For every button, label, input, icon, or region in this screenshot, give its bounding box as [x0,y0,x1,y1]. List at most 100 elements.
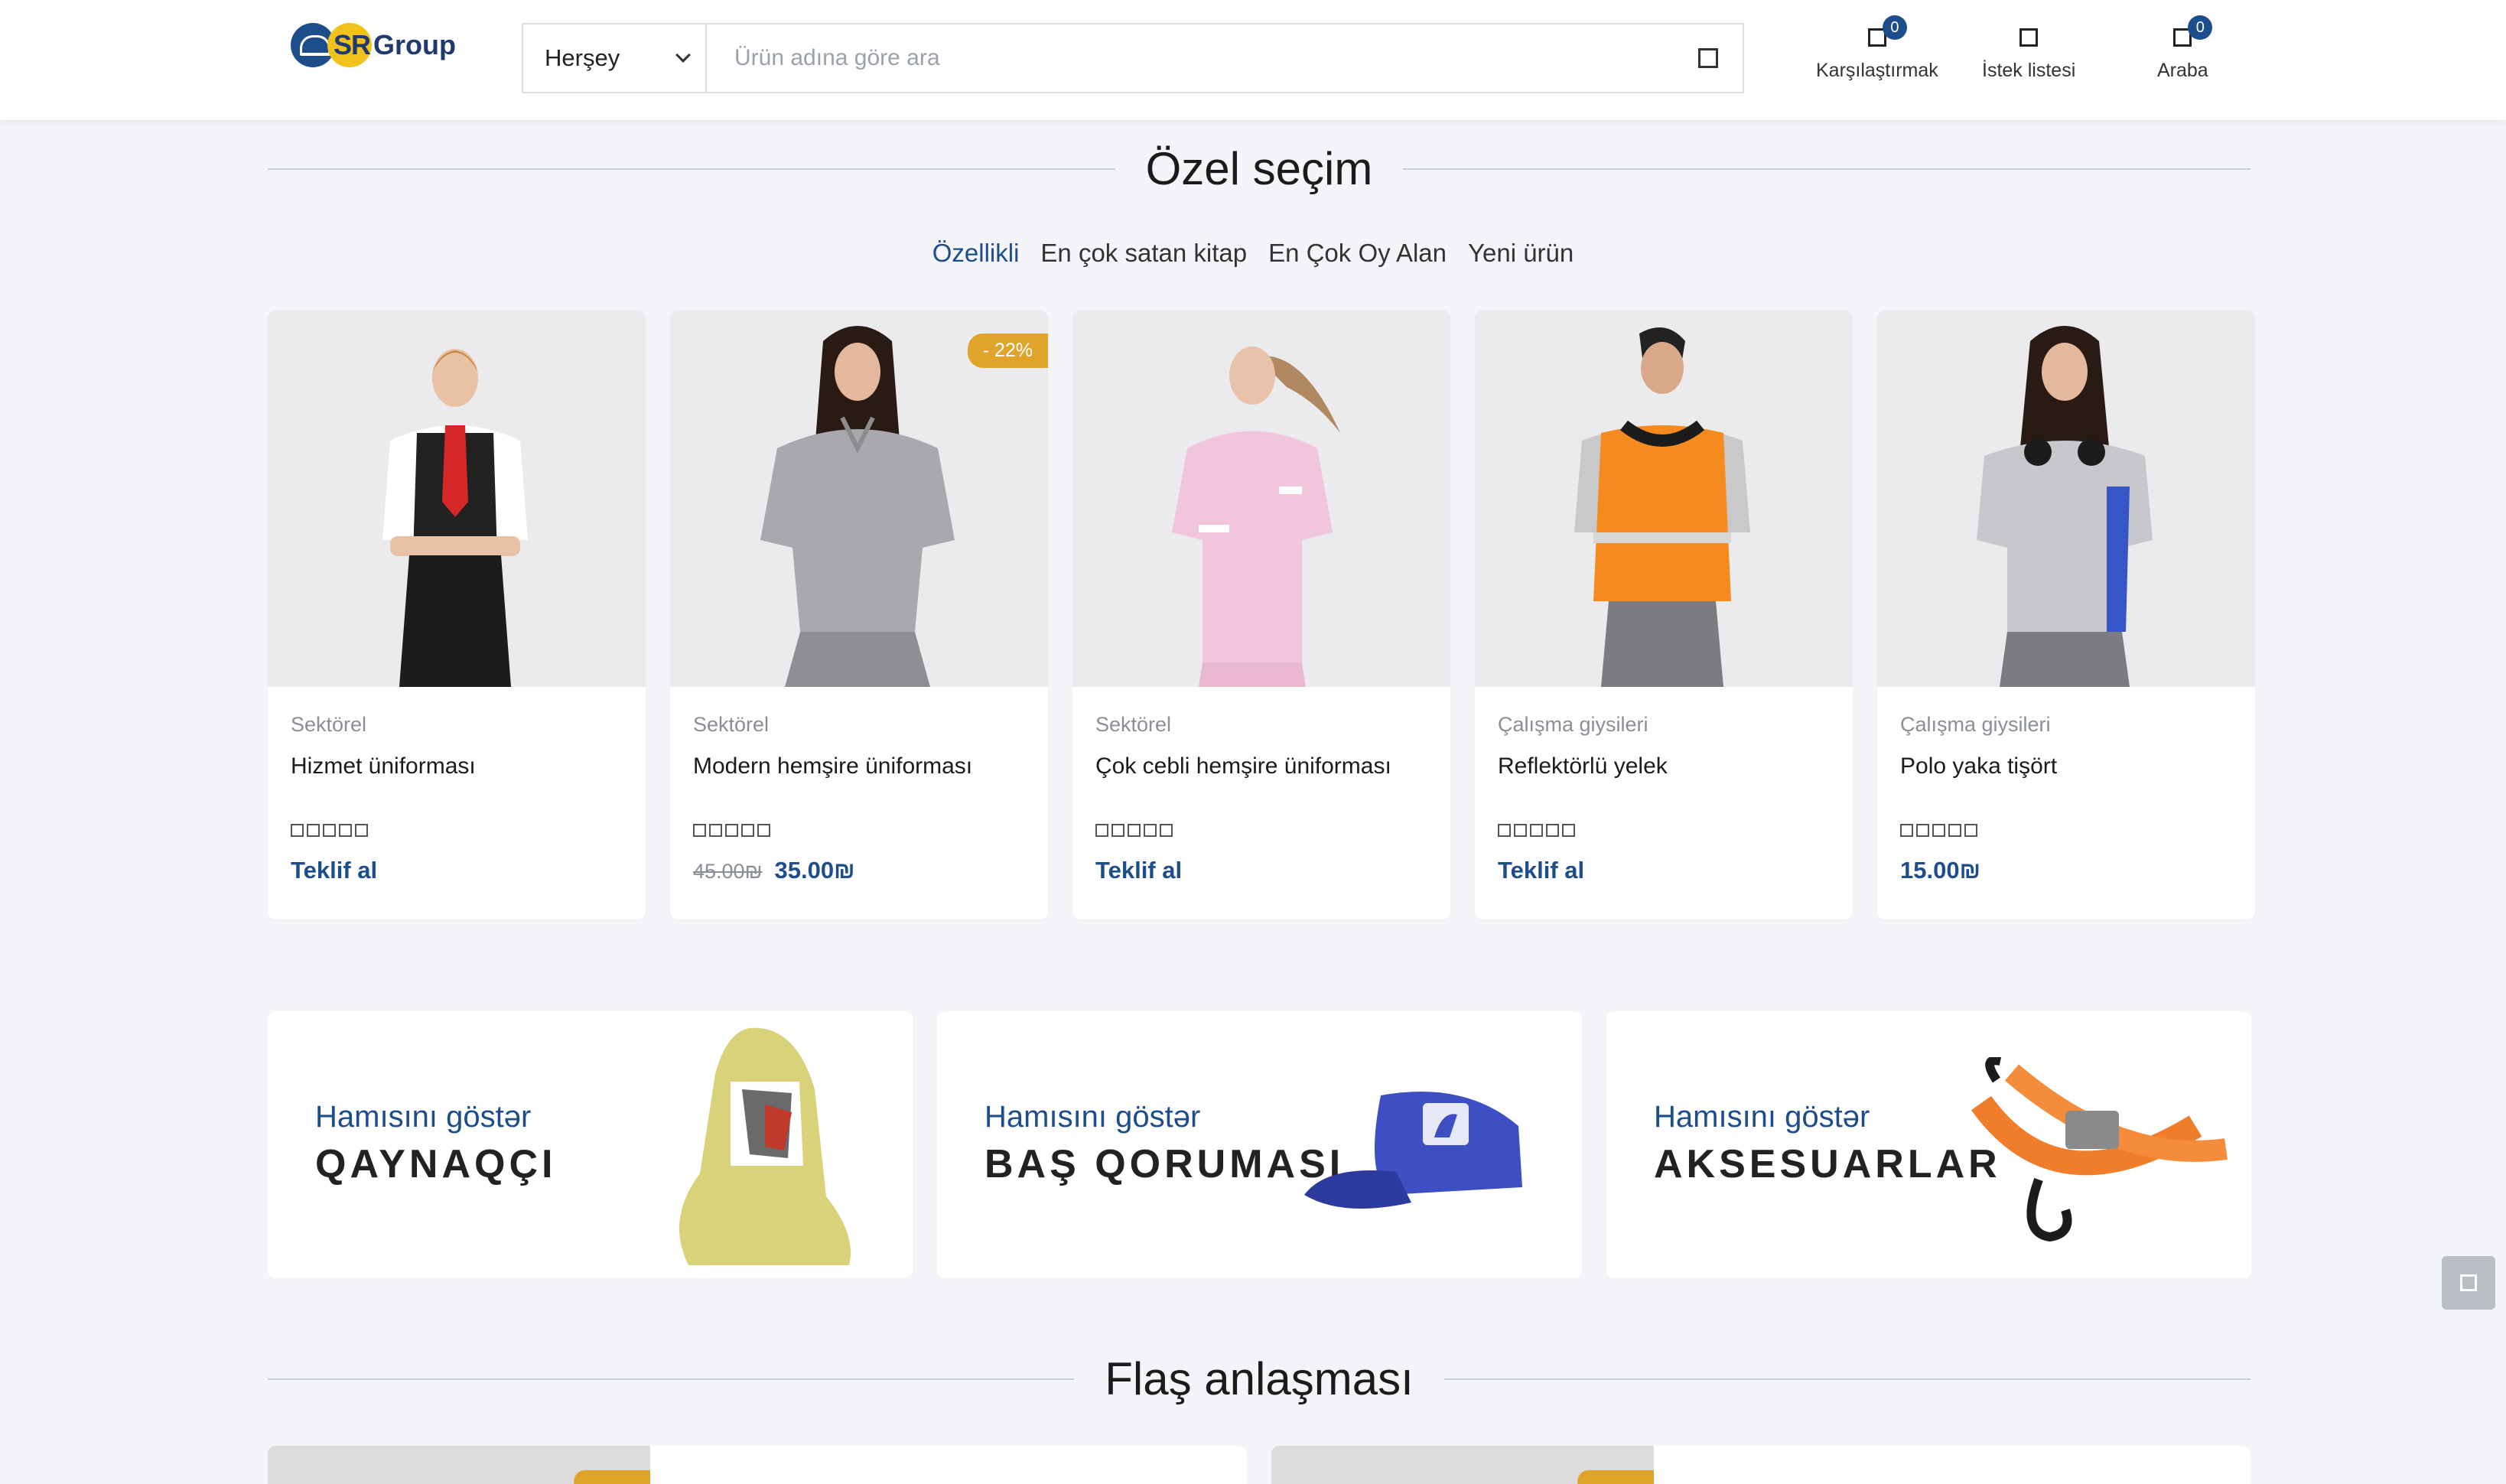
search-category-select[interactable]: Herşey [523,24,707,92]
compare-button[interactable]: 0 Karşılaştırmak [1816,15,1938,82]
product-image[interactable]: - 22% [670,311,1048,687]
star-icon [741,824,754,837]
rating-stars [693,824,1025,837]
flash-deal-card[interactable] [1271,1446,2251,1484]
star-icon [1948,824,1961,837]
product-name[interactable]: Hizmet üniforması [291,753,623,779]
tab-featured[interactable]: Özellikli [932,239,1020,268]
cart-label: Araba [2157,60,2208,81]
ratchet-strap-image [1971,1057,2228,1242]
cap-image [1304,1092,1522,1209]
star-icon [355,824,368,837]
star-icon [1900,824,1913,837]
product-category[interactable]: Sektörel [693,713,1025,737]
rating-stars [1498,824,1830,837]
star-icon [307,824,320,837]
product-card[interactable]: Sektörel Çok cebli hemşire üniforması Te… [1072,311,1450,919]
product-name[interactable]: Polo yaka tişört [1900,753,2232,779]
quote-link[interactable]: Teklif al [291,857,377,884]
banner-title: QAYNAQÇI [315,1142,557,1186]
arrow-up-icon [2460,1274,2477,1291]
star-icon [693,824,706,837]
product-image[interactable] [1072,311,1450,687]
product-name[interactable]: Çok cebli hemşire üniforması [1095,753,1427,779]
search-category-label: Herşey [545,44,620,71]
banner-title: BAŞ QORUMASI [984,1142,1345,1186]
welding-hood-image [679,1027,851,1265]
star-icon [1128,824,1141,837]
flash-deal-card[interactable] [268,1446,1247,1484]
tab-top-rated[interactable]: En Çok Oy Alan [1268,239,1447,268]
banner-show-all-link[interactable]: Hamısını göstər [1654,1100,1870,1134]
sale-badge: - 22% [967,334,1048,368]
chevron-down-icon [675,47,691,63]
star-icon [1144,824,1157,837]
star-icon [1498,824,1511,837]
product-card[interactable]: - 22% Sektörel Modern hemşire üniforması… [670,311,1048,919]
section-title-text: Özel seçim [1145,143,1373,194]
product-image[interactable] [268,311,646,687]
product-tabs: Özellikli En çok satan kitap En Çok Oy A… [0,239,2506,268]
site-header: SR Group Herşey 0 Karşılaştırmak İstek l… [0,0,2506,120]
banner-welder[interactable]: Hamısını göstər QAYNAQÇI [268,1011,913,1278]
scroll-top-button[interactable] [2442,1256,2495,1310]
divider [268,1378,1075,1380]
star-icon [1546,824,1559,837]
product-category[interactable]: Sektörel [1095,713,1427,737]
quote-link[interactable]: Teklif al [1095,857,1182,884]
logo-sr: SR [334,29,371,60]
star-icon [1562,824,1575,837]
product-name[interactable]: Reflektörlü yelek [1498,753,1830,779]
search-bar: Herşey [522,23,1744,93]
section-title-flash: Flaş anlaşması [268,1352,2251,1405]
heart-icon [2019,28,2039,47]
product-category[interactable]: Çalışma giysileri [1498,713,1830,737]
wishlist-button[interactable]: İstek listesi [1982,26,2075,82]
star-icon [757,824,770,837]
product-price: 35.00₪ [774,857,855,884]
old-price: 45.00₪ [693,860,763,883]
tab-bestseller[interactable]: En çok satan kitap [1040,239,1247,268]
banner-accessories[interactable]: Hamısını göstər AKSESUARLAR [1606,1011,2251,1278]
search-input[interactable] [707,24,1674,92]
star-icon [1095,824,1108,837]
product-image[interactable] [1475,311,1853,687]
product-category[interactable]: Sektörel [291,713,623,737]
star-icon [1111,824,1124,837]
quote-link[interactable]: Teklif al [1498,857,1584,884]
search-button[interactable] [1674,24,1743,92]
cart-button[interactable]: 0 Araba [2157,15,2213,82]
star-icon [1160,824,1173,837]
star-icon [725,824,738,837]
banner-show-all-link[interactable]: Hamısını göstər [315,1100,531,1134]
product-price: 15.00₪ [1900,857,1980,884]
section-title-featured: Özel seçim [268,142,2251,195]
banner-head-protection[interactable]: Hamısını göstər BAŞ QORUMASI [937,1011,1582,1278]
compare-count-badge: 0 [1882,15,1907,40]
product-card[interactable]: Sektörel Hizmet üniforması Teklif al [268,311,646,919]
sale-badge [574,1470,650,1484]
logo[interactable]: SR Group [291,23,456,67]
product-name[interactable]: Modern hemşire üniforması [693,753,1025,779]
star-icon [1530,824,1543,837]
product-card[interactable]: Çalışma giysileri Reflektörlü yelek Tekl… [1475,311,1853,919]
section-title-text: Flaş anlaşması [1105,1353,1414,1404]
banner-show-all-link[interactable]: Hamısını göstər [984,1100,1200,1134]
rating-stars [1095,824,1427,837]
search-icon [1698,48,1718,68]
star-icon [1514,824,1527,837]
rating-stars [1900,824,2232,837]
product-image[interactable] [1877,311,2255,687]
tab-new[interactable]: Yeni ürün [1468,239,1574,268]
divider [1403,168,2251,170]
product-grid: Sektörel Hizmet üniforması Teklif al - 2… [268,311,2255,919]
logo-mark: SR [291,23,379,67]
product-category[interactable]: Çalışma giysileri [1900,713,2232,737]
cart-count-badge: 0 [2188,15,2213,40]
product-card[interactable]: Çalışma giysileri Polo yaka tişört 15.00… [1877,311,2255,919]
category-banners: Hamısını göstər QAYNAQÇI Hamısını göstər… [268,1011,2251,1278]
star-icon [709,824,722,837]
divider [1443,1378,2251,1380]
banner-title: AKSESUARLAR [1654,1142,2001,1186]
star-icon [291,824,304,837]
